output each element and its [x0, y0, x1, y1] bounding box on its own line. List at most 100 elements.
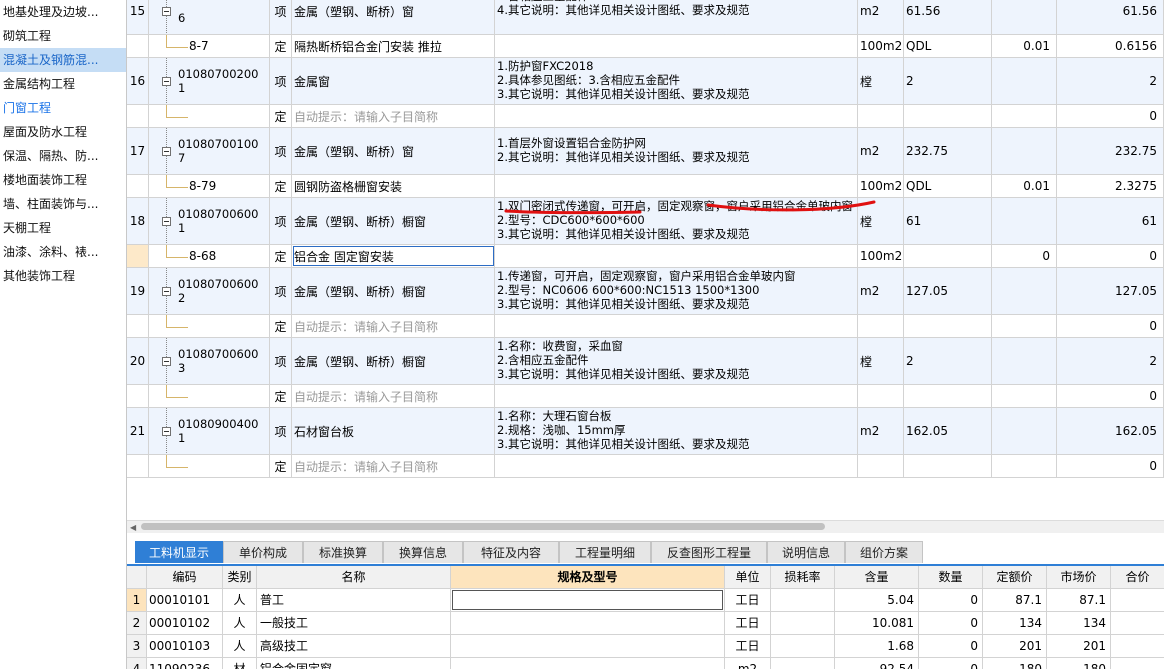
resource-quota-price[interactable]: 87.1: [983, 589, 1047, 611]
quota-features[interactable]: [495, 105, 858, 127]
sidebar-item[interactable]: 油漆、涂料、裱...: [0, 240, 126, 264]
resource-content[interactable]: 1.68: [835, 635, 919, 657]
sidebar-item[interactable]: 地基处理及边坡...: [0, 0, 126, 24]
row-expression[interactable]: QDL: [904, 175, 992, 197]
row-content[interactable]: [992, 198, 1057, 244]
row-expression[interactable]: [904, 245, 992, 267]
row-unit[interactable]: 100m2: [858, 245, 904, 267]
resource-spec[interactable]: [451, 658, 725, 669]
resource-code[interactable]: 00010102: [147, 612, 223, 634]
resource-loss-rate[interactable]: [771, 635, 835, 657]
item-features[interactable]: 1.名称：收费窗，采血窗 2.含相应五金配件 3.其它说明：其他详见相关设计图纸、要…: [495, 338, 858, 384]
sidebar-item-active[interactable]: 门窗工程: [0, 96, 126, 120]
quota-sub-row[interactable]: 定自动提示：请输入子目简称 0: [127, 385, 1164, 408]
collapse-icon[interactable]: [162, 7, 171, 16]
resource-unit[interactable]: 工日: [725, 612, 771, 634]
resource-market-price[interactable]: 134: [1047, 612, 1111, 634]
item-name[interactable]: 金属窗: [292, 58, 495, 104]
quota-features[interactable]: [495, 245, 858, 267]
quota-sub-row[interactable]: 8-68 定铝合金 固定窗安装 100m2 0 0: [127, 245, 1164, 268]
bill-item-row[interactable]: 17 01080700100 7 项金属（塑钢、断桥）窗 1.首层外窗设置铝合金防护网 2…: [127, 128, 1164, 175]
quota-name[interactable]: 自动提示：请输入子目简称: [292, 105, 495, 127]
row-quantity[interactable]: 0: [1057, 385, 1164, 407]
tab-standard-conversion[interactable]: 标准换算: [303, 541, 383, 563]
resource-code[interactable]: 00010101: [147, 589, 223, 611]
row-content[interactable]: [992, 0, 1057, 34]
sidebar-item[interactable]: 金属结构工程: [0, 72, 126, 96]
bill-item-row[interactable]: 20 01080700600 3 项金属（塑钢、断桥）橱窗 1.名称：收费窗，采血窗 2.…: [127, 338, 1164, 385]
row-unit[interactable]: [858, 315, 904, 337]
row-unit[interactable]: [858, 385, 904, 407]
row-expression[interactable]: 61.56: [904, 0, 992, 34]
row-content[interactable]: [992, 268, 1057, 314]
row-quantity[interactable]: 2: [1057, 338, 1164, 384]
sidebar-item[interactable]: 其他装饰工程: [0, 264, 126, 288]
quota-name[interactable]: 铝合金 固定窗安装: [292, 245, 495, 267]
resource-content[interactable]: 92.54: [835, 658, 919, 669]
row-unit[interactable]: m2: [858, 0, 904, 34]
collapse-icon[interactable]: [162, 217, 171, 226]
resource-name[interactable]: 铝合金固定窗: [257, 658, 451, 669]
row-content[interactable]: 0: [992, 245, 1057, 267]
header-code[interactable]: 编码: [147, 566, 223, 588]
header-market-price[interactable]: 市场价: [1047, 566, 1111, 588]
resource-total[interactable]: [1111, 612, 1164, 634]
row-quantity[interactable]: 0.6156: [1057, 35, 1164, 57]
quota-code[interactable]: [149, 315, 270, 337]
row-content[interactable]: [992, 338, 1057, 384]
resource-total[interactable]: [1111, 589, 1164, 611]
row-expression[interactable]: 2: [904, 338, 992, 384]
row-expression[interactable]: [904, 105, 992, 127]
quota-name[interactable]: 圆钢防盗格栅窗安装: [292, 175, 495, 197]
resource-unit[interactable]: m2: [725, 658, 771, 669]
sidebar-item[interactable]: 砌筑工程: [0, 24, 126, 48]
row-unit[interactable]: 100m2: [858, 35, 904, 57]
row-quantity[interactable]: 2.3275: [1057, 175, 1164, 197]
resource-total[interactable]: [1111, 658, 1164, 669]
quota-features[interactable]: [495, 385, 858, 407]
row-expression[interactable]: 2: [904, 58, 992, 104]
item-code[interactable]: 01080700200 1: [149, 58, 270, 104]
item-code[interactable]: 01080700600 2: [149, 268, 270, 314]
row-content[interactable]: [992, 385, 1057, 407]
bill-item-row[interactable]: 16 01080700200 1 项金属窗 1.防护窗FXC2018 2.具体参见图纸：3…: [127, 58, 1164, 105]
quota-code[interactable]: [149, 455, 270, 477]
row-quantity[interactable]: 232.75: [1057, 128, 1164, 174]
item-code[interactable]: 6: [149, 0, 270, 34]
quota-name[interactable]: 自动提示：请输入子目简称: [292, 315, 495, 337]
sidebar-item[interactable]: 保温、隔热、防...: [0, 144, 126, 168]
header-total[interactable]: 合价: [1111, 566, 1164, 588]
collapse-icon[interactable]: [162, 357, 171, 366]
sidebar-item-selected[interactable]: 混凝土及钢筋混...: [0, 48, 126, 72]
row-expression[interactable]: QDL: [904, 35, 992, 57]
resource-spec[interactable]: [451, 612, 725, 634]
quota-sub-row[interactable]: 定自动提示：请输入子目简称 0: [127, 105, 1164, 128]
quota-name[interactable]: 自动提示：请输入子目简称: [292, 385, 495, 407]
row-quantity[interactable]: 0: [1057, 245, 1164, 267]
item-features[interactable]: 3.含相应五金配件4.其它说明：其他详见相关设计图纸、要求及规范: [495, 0, 858, 34]
item-code[interactable]: 01080700600 1: [149, 198, 270, 244]
resource-name[interactable]: 一般技工: [257, 612, 451, 634]
quota-code[interactable]: [149, 385, 270, 407]
sidebar-item[interactable]: 墙、柱面装饰与...: [0, 192, 126, 216]
tab-conversion-info[interactable]: 换算信息: [383, 541, 463, 563]
quota-code[interactable]: 8-7: [149, 35, 270, 57]
resource-count[interactable]: 0: [919, 635, 983, 657]
horizontal-scrollbar[interactable]: ◀: [127, 520, 1164, 533]
row-quantity[interactable]: 0: [1057, 105, 1164, 127]
resource-count[interactable]: 0: [919, 658, 983, 669]
header-loss-rate[interactable]: 损耗率: [771, 566, 835, 588]
header-category[interactable]: 类别: [223, 566, 257, 588]
quota-code[interactable]: [149, 105, 270, 127]
bill-item-row[interactable]: 21 01080900400 1 项石材窗台板 1.名称：大理石窗台板 2.规格：浅咖、1…: [127, 408, 1164, 455]
sidebar-item[interactable]: 楼地面装饰工程: [0, 168, 126, 192]
item-name[interactable]: 金属（塑钢、断桥）橱窗: [292, 338, 495, 384]
item-code[interactable]: 01080900400 1: [149, 408, 270, 454]
quota-features[interactable]: [495, 175, 858, 197]
resource-market-price[interactable]: 180: [1047, 658, 1111, 669]
item-features[interactable]: 1.双门密闭式传递窗，可开启，固定观察窗，窗户采用铝合金单玻内窗 2.型号：CDC…: [495, 198, 858, 244]
row-expression[interactable]: 61: [904, 198, 992, 244]
scrollbar-thumb[interactable]: [141, 523, 825, 530]
quota-sub-row[interactable]: 8-7 定隔热断桥铝合金门安装 推拉 100m2 QDL 0.01 0.6156: [127, 35, 1164, 58]
resource-market-price[interactable]: 87.1: [1047, 589, 1111, 611]
